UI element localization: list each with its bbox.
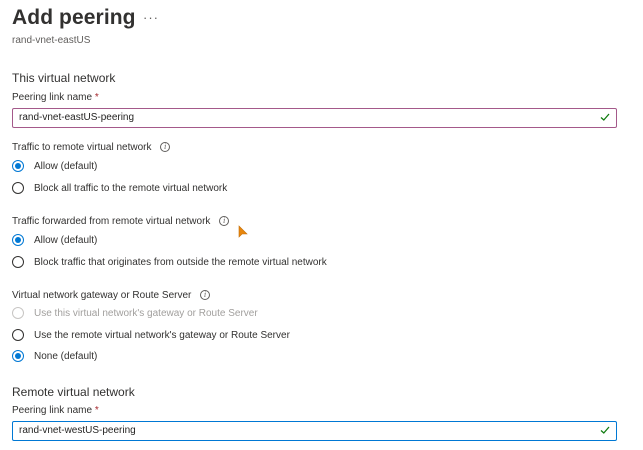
required-asterisk: * <box>94 405 99 416</box>
radio-button[interactable] <box>12 329 24 341</box>
page-title: Add peering <box>12 6 136 29</box>
radio-button-disabled <box>12 307 24 319</box>
more-options-button[interactable]: ··· <box>143 10 159 25</box>
peering-link-name-value: rand-vnet-eastUS-peering <box>19 112 135 123</box>
traffic-to-remote-label-text: Traffic to remote virtual network <box>12 142 152 153</box>
radio-button[interactable] <box>12 182 24 194</box>
gateway-option-this-network: Use this virtual network's gateway or Ro… <box>12 305 258 321</box>
gateway-label: Virtual network gateway or Route Server … <box>12 290 211 301</box>
section-heading-remote-network: Remote virtual network <box>12 385 135 399</box>
traffic-forwarded-label-text: Traffic forwarded from remote virtual ne… <box>12 216 211 227</box>
remote-peering-link-name-label-text: Peering link name <box>12 405 93 416</box>
mouse-cursor-icon <box>238 225 248 238</box>
radio-button-selected[interactable] <box>12 350 24 362</box>
peering-link-name-label: Peering link name * <box>12 92 99 103</box>
info-icon[interactable]: i <box>200 290 211 301</box>
remote-peering-link-name-input[interactable]: rand-vnet-westUS-peering <box>12 421 617 441</box>
traffic-to-remote-label: Traffic to remote virtual network i <box>12 142 171 153</box>
radio-label: Allow (default) <box>34 234 98 246</box>
radio-label: Allow (default) <box>34 160 98 172</box>
traffic-to-remote-option-block[interactable]: Block all traffic to the remote virtual … <box>12 180 227 196</box>
radio-label: Use this virtual network's gateway or Ro… <box>34 307 258 319</box>
required-asterisk: * <box>94 92 99 103</box>
section-heading-this-network: This virtual network <box>12 71 116 85</box>
peering-link-name-label-text: Peering link name <box>12 92 93 103</box>
traffic-forwarded-option-allow[interactable]: Allow (default) <box>12 232 97 248</box>
gateway-option-remote-network[interactable]: Use the remote virtual network's gateway… <box>12 327 290 343</box>
page-subtitle: rand-vnet-eastUS <box>12 35 91 46</box>
gateway-option-none[interactable]: None (default) <box>12 348 97 364</box>
radio-label: None (default) <box>34 350 98 362</box>
traffic-to-remote-option-allow[interactable]: Allow (default) <box>12 158 97 174</box>
checkmark-icon <box>600 426 610 434</box>
radio-button-selected[interactable] <box>12 234 24 246</box>
radio-button[interactable] <box>12 256 24 268</box>
remote-peering-link-name-label: Peering link name * <box>12 405 99 416</box>
traffic-forwarded-label: Traffic forwarded from remote virtual ne… <box>12 216 230 227</box>
radio-button-selected[interactable] <box>12 160 24 172</box>
peering-link-name-input[interactable]: rand-vnet-eastUS-peering <box>12 108 617 128</box>
radio-label: Block traffic that originates from outsi… <box>34 256 327 268</box>
info-icon[interactable]: i <box>219 216 230 227</box>
radio-label: Block all traffic to the remote virtual … <box>34 182 228 194</box>
remote-peering-link-name-value: rand-vnet-westUS-peering <box>19 425 136 436</box>
gateway-label-text: Virtual network gateway or Route Server <box>12 290 192 301</box>
radio-label: Use the remote virtual network's gateway… <box>34 329 290 341</box>
info-icon[interactable]: i <box>160 142 171 153</box>
checkmark-icon <box>600 113 610 121</box>
traffic-forwarded-option-block[interactable]: Block traffic that originates from outsi… <box>12 254 327 270</box>
